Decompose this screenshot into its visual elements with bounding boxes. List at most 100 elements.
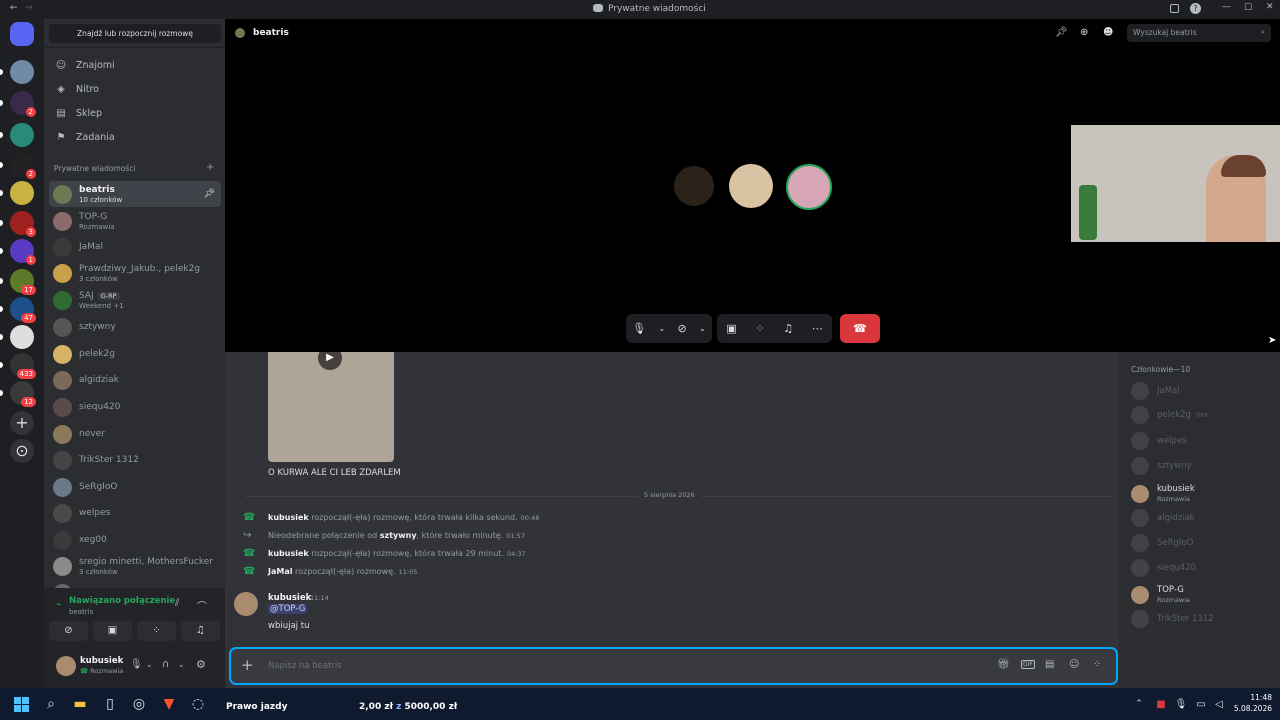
play-icon[interactable]: ▶ xyxy=(318,346,342,370)
dm-item[interactable]: SAJ G-RP Weekend +1 xyxy=(49,287,221,313)
discover-icon[interactable]: ⊙ xyxy=(10,439,34,463)
share-screen-icon[interactable]: ▣ xyxy=(726,322,736,335)
system-user[interactable]: kubusiek xyxy=(268,513,309,522)
add-attachment-icon[interactable]: + xyxy=(241,656,254,674)
member-item[interactable]: welpes xyxy=(1131,432,1187,450)
search-input[interactable]: Wyszukaj beatris ⌕ xyxy=(1127,24,1271,42)
member-item[interactable]: TOP-G Rozmawia xyxy=(1131,585,1190,604)
server-icon[interactable]: 2 xyxy=(10,153,36,179)
dm-item[interactable]: TrikSter 1312 xyxy=(49,447,221,473)
server-icon[interactable]: 2 xyxy=(10,91,36,117)
add-server-icon[interactable]: + xyxy=(10,411,34,435)
dm-item[interactable]: xeg00 xyxy=(49,527,221,553)
maximize-icon[interactable]: ☐ xyxy=(1244,3,1252,13)
message-input-box[interactable]: + Napisz na beatris 🎁︎ GIF ▤ ☺ ⁘ xyxy=(229,647,1118,685)
disconnect-icon[interactable]: ⌒ xyxy=(197,598,207,613)
member-item[interactable]: sztywny xyxy=(1131,457,1192,475)
taskbar-app-label[interactable]: Prawo jazdy xyxy=(226,702,287,712)
call-channel[interactable]: beatris xyxy=(69,608,93,616)
message-avatar[interactable] xyxy=(234,592,258,616)
settings-gear-icon[interactable]: ⚙ xyxy=(196,658,206,671)
server-icon[interactable]: 17 xyxy=(10,269,36,295)
participant-avatar[interactable] xyxy=(672,164,716,208)
microphone-tray-icon[interactable]: 🎙︎ xyxy=(1172,695,1190,713)
server-icon[interactable] xyxy=(10,60,34,84)
dm-item[interactable]: siequ420 xyxy=(49,394,221,420)
system-user[interactable]: kubusiek xyxy=(268,549,309,558)
soundboard-icon[interactable]: ♫ xyxy=(783,322,793,335)
server-icon[interactable]: 47 xyxy=(10,297,36,323)
sticker-icon[interactable]: ▤ xyxy=(1045,659,1054,670)
inbox-icon[interactable] xyxy=(1170,4,1179,13)
add-friends-icon[interactable]: ⊕ xyxy=(1080,27,1088,38)
dm-item[interactable]: Prawdziwy_Jakub., pelek2g 3 członków xyxy=(49,260,221,286)
server-icon[interactable]: 433 xyxy=(10,353,36,379)
dm-item[interactable]: beatris 10 członków 📌︎ xyxy=(49,181,221,207)
camera-off-button[interactable]: ⊘ xyxy=(49,621,88,641)
server-icon[interactable] xyxy=(10,181,34,205)
camera-preview[interactable] xyxy=(1071,125,1280,242)
dm-item[interactable]: sregio minetti, MothersFucker 3 członków xyxy=(49,553,221,579)
back-arrow-icon[interactable]: ← xyxy=(10,3,18,13)
dm-item[interactable]: algidziak xyxy=(49,367,221,393)
end-call-button[interactable]: ☎ xyxy=(840,314,880,343)
dm-item[interactable]: pelek2g xyxy=(49,341,221,367)
windows-start-icon[interactable] xyxy=(12,695,30,713)
participant-avatar-speaking[interactable] xyxy=(786,164,832,210)
member-item[interactable]: TrikSter 1312 xyxy=(1131,610,1214,628)
member-item[interactable]: algidziak xyxy=(1131,509,1195,527)
member-item[interactable]: kubusiek Rozmawia xyxy=(1131,484,1195,503)
brave-browser-icon[interactable]: ▼ xyxy=(160,695,178,713)
file-explorer-icon[interactable]: ▬ xyxy=(71,695,89,713)
member-item[interactable]: SeRgIoO xyxy=(1131,534,1193,552)
steam-icon[interactable]: ◎ xyxy=(130,695,148,713)
dm-item[interactable]: never xyxy=(49,421,221,447)
member-item[interactable]: siequ420 xyxy=(1131,559,1196,577)
noise-suppression-icon[interactable]: ⫽ xyxy=(175,598,179,609)
activities-icon[interactable]: ⁘ xyxy=(755,322,764,335)
avatar[interactable] xyxy=(56,656,76,676)
close-icon[interactable]: ✕ xyxy=(1266,2,1274,12)
user-mention[interactable]: @TOP-G xyxy=(268,604,308,614)
message-author[interactable]: kubusiek xyxy=(268,593,311,603)
soundboard-button[interactable]: ♫ xyxy=(181,621,220,641)
member-item[interactable]: pelek2g THX xyxy=(1131,406,1208,424)
connection-signal-icon[interactable]: ⌁ xyxy=(56,600,61,610)
headphones-icon[interactable]: ∩ xyxy=(162,659,169,670)
microphone-icon[interactable]: 🎙︎ xyxy=(130,659,143,670)
tray-app-icon[interactable]: ■ xyxy=(1152,695,1170,713)
chevron-down-icon[interactable]: ⌄ xyxy=(146,660,153,669)
tray-chevron-icon[interactable]: ⌃ xyxy=(1130,695,1148,713)
apps-icon[interactable]: ⁘ xyxy=(1093,659,1101,670)
more-icon[interactable]: ⋯ xyxy=(812,322,823,335)
video-attachment[interactable]: ▶ xyxy=(268,346,394,462)
help-icon[interactable]: ? xyxy=(1190,3,1201,14)
microphone-icon[interactable]: 🎙︎ xyxy=(632,322,646,335)
chevron-down-icon[interactable]: ⌄ xyxy=(699,324,706,333)
app-icon[interactable]: ◌ xyxy=(189,695,207,713)
dm-item[interactable]: JaMal xyxy=(49,234,221,260)
pin-icon[interactable]: 📌︎ xyxy=(204,189,215,199)
pin-icon[interactable]: 📌︎ xyxy=(1055,27,1068,38)
system-user[interactable]: sztywny xyxy=(380,531,417,540)
server-icon[interactable]: 12 xyxy=(10,381,36,407)
server-icon[interactable] xyxy=(10,123,34,147)
gift-icon[interactable]: 🎁︎ xyxy=(997,659,1010,670)
member-list-icon[interactable]: ☻ xyxy=(1103,27,1113,38)
notepad-icon[interactable]: ▯ xyxy=(101,695,119,713)
network-icon[interactable]: ▭ xyxy=(1192,695,1210,713)
member-item[interactable]: JaMal xyxy=(1131,382,1180,400)
chevron-down-icon[interactable]: ⌄ xyxy=(178,660,185,669)
dm-item[interactable]: sztywny xyxy=(49,314,221,340)
server-icon[interactable]: 1 xyxy=(10,239,36,265)
emoji-icon[interactable]: ☺ xyxy=(1069,659,1079,670)
camera-off-icon[interactable]: ⊘ xyxy=(678,322,687,335)
home-discord-icon[interactable] xyxy=(10,22,34,46)
clock[interactable]: 11:48 5.08.2026 xyxy=(1226,693,1272,713)
forward-arrow-icon[interactable]: → xyxy=(25,3,33,13)
share-screen-button[interactable]: ▣ xyxy=(93,621,132,641)
participant-avatar[interactable] xyxy=(729,164,773,208)
dm-item[interactable]: welpes xyxy=(49,500,221,526)
chevron-down-icon[interactable]: ⌄ xyxy=(658,324,665,333)
activities-button[interactable]: ⁘ xyxy=(137,621,176,641)
